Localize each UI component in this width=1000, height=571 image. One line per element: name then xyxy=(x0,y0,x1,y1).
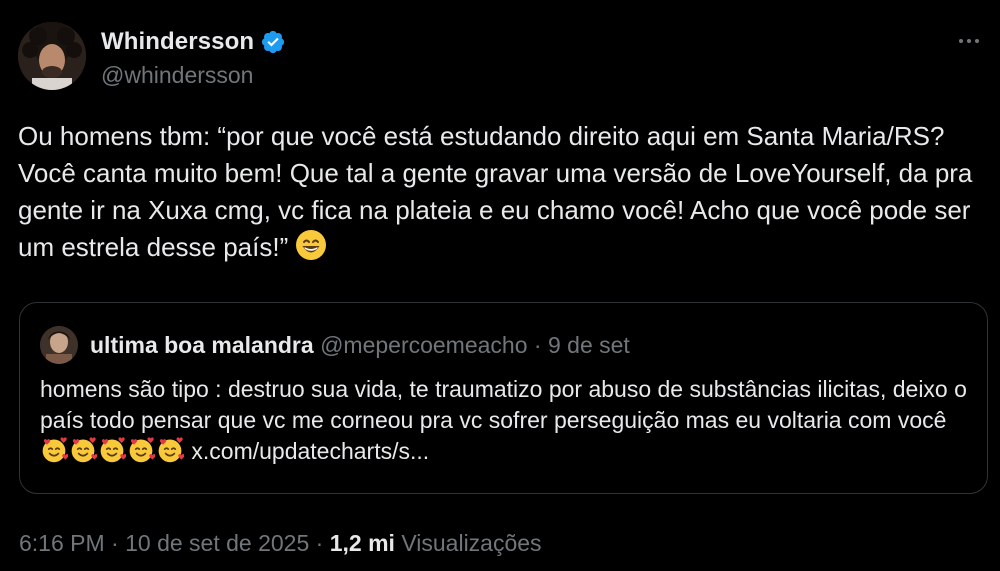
quoted-date[interactable]: 9 de set xyxy=(548,332,630,358)
tweet: Whindersson @whindersson Ou homens tbm: … xyxy=(0,0,1000,571)
quoted-tweet-header: ultima boa malandra @mepercoemeacho · 9 … xyxy=(90,330,630,360)
verified-badge-icon xyxy=(260,29,286,55)
tweet-time[interactable]: 6:16 PM xyxy=(19,530,105,556)
more-options-button[interactable] xyxy=(952,26,986,56)
meta-separator: · xyxy=(111,530,119,556)
quoted-author-handle[interactable]: @mepercoemeacho xyxy=(320,332,527,358)
views-label: Visualizações xyxy=(401,530,542,556)
grinning-face-smiling-eyes-icon xyxy=(295,229,327,271)
tweet-text-content: Ou homens tbm: “por que você está estuda… xyxy=(18,121,973,262)
tweet-meta: 6:16 PM · 10 de set de 2025 · 1,2 mi Vis… xyxy=(19,527,542,559)
quoted-author-avatar[interactable] xyxy=(40,326,78,364)
author-avatar[interactable] xyxy=(18,22,86,90)
quoted-text-content: homens são tipo : destruo sua vida, te t… xyxy=(40,376,967,433)
meta-separator: · xyxy=(315,530,324,556)
author-name-row: Whindersson xyxy=(101,26,286,58)
tweet-text: Ou homens tbm: “por que você está estuda… xyxy=(18,118,983,271)
views-count[interactable]: 1,2 mi xyxy=(330,530,395,556)
more-horizontal-icon xyxy=(957,39,981,43)
smiling-face-with-hearts-icon xyxy=(40,436,69,472)
smiling-face-with-hearts-icon xyxy=(98,436,127,472)
author-handle[interactable]: @whindersson xyxy=(101,62,253,89)
smiling-face-with-hearts-icon xyxy=(69,436,98,472)
quoted-tweet-text: homens são tipo : destruo sua vida, te t… xyxy=(40,374,975,472)
quoted-author-name[interactable]: ultima boa malandra xyxy=(90,332,314,358)
quoted-separator: · xyxy=(533,332,542,358)
author-display-name[interactable]: Whindersson xyxy=(101,28,254,56)
smiling-face-with-hearts-icon xyxy=(156,436,185,472)
quoted-link[interactable]: x.com/updatecharts/s... xyxy=(191,438,429,464)
tweet-date[interactable]: 10 de set de 2025 xyxy=(125,530,309,556)
quoted-tweet-card[interactable]: ultima boa malandra @mepercoemeacho · 9 … xyxy=(19,302,988,494)
smiling-face-with-hearts-icon xyxy=(127,436,156,472)
